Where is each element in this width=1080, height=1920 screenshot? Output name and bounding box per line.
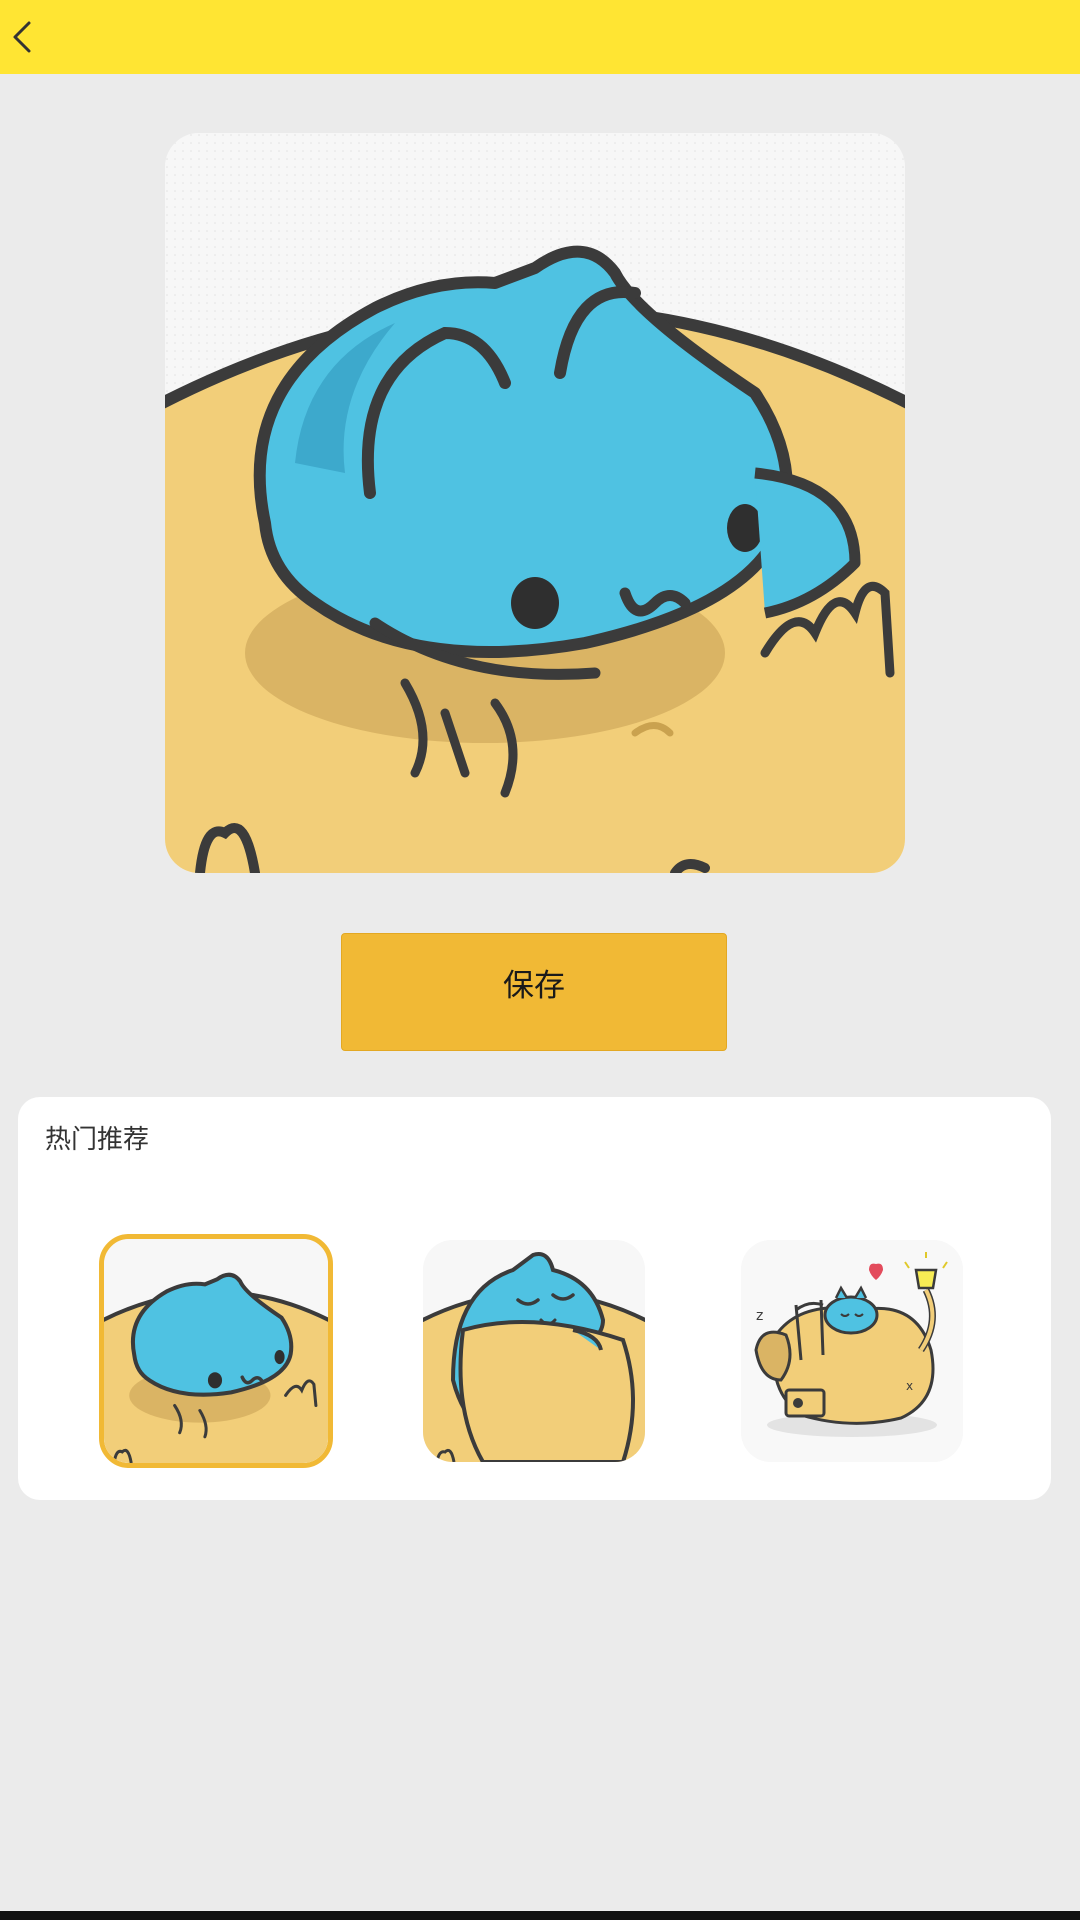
preview-image: [165, 133, 905, 873]
svg-text:z: z: [756, 1308, 763, 1324]
chevron-left-icon: [13, 21, 31, 53]
hot-recommendations-card: 热门推荐 z x: [18, 1097, 1051, 1500]
thumbnail-item[interactable]: z x: [741, 1240, 963, 1462]
back-button[interactable]: [2, 12, 42, 62]
bottom-edge-bar: [0, 1911, 1080, 1920]
thumbnail-item[interactable]: [423, 1240, 645, 1462]
svg-text:x: x: [906, 1379, 913, 1393]
save-button[interactable]: 保存: [341, 933, 727, 1051]
thumbnail-item[interactable]: [99, 1234, 333, 1468]
section-title: 热门推荐: [45, 1125, 150, 1155]
save-button-label: 保存: [503, 968, 565, 1004]
top-bar: [0, 0, 1080, 74]
